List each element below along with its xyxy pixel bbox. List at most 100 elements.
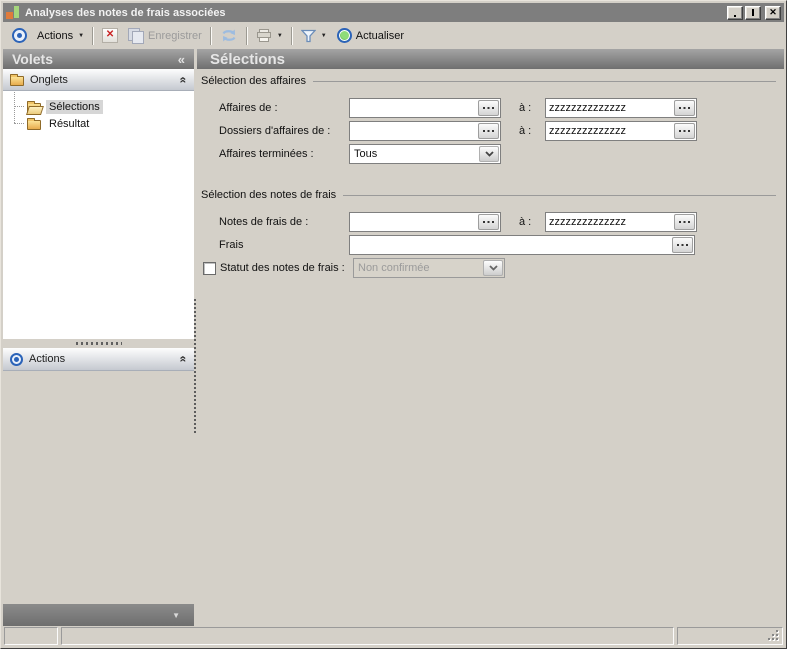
filter-button[interactable]: ▼ — [296, 27, 332, 45]
minimize-icon — [734, 15, 736, 17]
sidebar-section-onglets[interactable]: Onglets « — [3, 69, 194, 91]
sidebar: Volets « Onglets « Sélections Résultat — [3, 49, 194, 626]
actions-menu-button[interactable]: Actions ▼ — [32, 28, 89, 44]
frais-label: Frais — [219, 239, 349, 251]
frais-ellipsis-button[interactable] — [672, 237, 693, 253]
sync-arrows-icon — [220, 28, 238, 43]
statut-value: Non confirmée — [358, 262, 430, 274]
notes-de-frais-label: Notes de frais de : — [219, 216, 349, 228]
notes-de-field — [349, 212, 501, 232]
main-panel-title: Sélections — [210, 51, 285, 68]
dossiers-a-ellipsis-button[interactable] — [674, 123, 695, 139]
affaires-terminees-label: Affaires terminées : — [219, 148, 349, 160]
resize-grip-icon[interactable] — [768, 630, 780, 642]
affaires-a-field — [545, 98, 697, 118]
affaires-terminees-value: Tous — [354, 148, 377, 160]
ellipsis-icon — [483, 130, 494, 132]
delete-x-icon: ✕ — [102, 28, 118, 43]
collapse-section-icon[interactable]: « — [178, 356, 190, 363]
actions-menu-icon-button[interactable] — [7, 26, 32, 45]
chevron-down-icon: ▼ — [78, 33, 84, 39]
maximize-icon — [752, 9, 754, 16]
combo-dropdown-button[interactable] — [479, 146, 499, 162]
group-notes-label: Sélection des notes de frais — [201, 189, 336, 201]
dossiers-a-field — [545, 121, 697, 141]
statut-checkbox[interactable] — [203, 262, 216, 275]
maximize-button[interactable] — [745, 6, 761, 20]
sidebar-collapsed-panel-button[interactable]: ▼ — [3, 604, 194, 626]
printer-icon — [256, 29, 272, 42]
filter-dropdown-icon[interactable]: ▼ — [321, 33, 327, 39]
save-button[interactable]: Enregistrer — [123, 26, 207, 45]
actions-menu-label: Actions — [37, 30, 73, 42]
statut-select: Non confirmée — [353, 258, 505, 278]
affaires-de-field — [349, 98, 501, 118]
folder-icon — [10, 76, 24, 86]
status-cell-right — [677, 627, 783, 645]
group-affaires-header: Sélection des affaires — [201, 74, 778, 88]
statut-label: Statut des notes de frais : — [220, 262, 353, 274]
tree-item-resultat[interactable]: Résultat — [3, 115, 194, 132]
onglets-tree: Sélections Résultat — [3, 91, 194, 339]
toolbar-separator — [210, 27, 212, 45]
selection-form: Sélection des affaires Affaires de : à : — [197, 69, 784, 626]
save-label: Enregistrer — [148, 30, 202, 42]
affaires-de-row: Affaires de : à : — [201, 98, 778, 118]
group-divider-line — [313, 81, 776, 82]
bullseye-icon — [10, 353, 23, 366]
affaires-de-label: Affaires de : — [219, 102, 349, 114]
collapse-section-icon[interactable]: « — [178, 76, 190, 83]
tree-item-label: Résultat — [46, 117, 92, 131]
dossiers-de-ellipsis-button[interactable] — [478, 123, 499, 139]
sidebar-empty-area — [3, 371, 194, 604]
affaires-a-label: à : — [519, 102, 545, 114]
frais-field — [349, 235, 695, 255]
open-folder-icon — [27, 103, 41, 113]
notes-a-label: à : — [519, 216, 545, 228]
sidebar-header: Volets « — [3, 49, 194, 69]
sidebar-horizontal-splitter[interactable] — [3, 339, 194, 348]
print-button[interactable]: ▼ — [251, 27, 288, 44]
ellipsis-icon — [679, 107, 690, 109]
tree-item-label: Sélections — [46, 100, 103, 114]
splitter-grip-dots — [76, 342, 122, 345]
frais-input[interactable] — [349, 235, 695, 255]
save-icon — [128, 28, 144, 43]
ellipsis-icon — [677, 244, 688, 246]
notes-de-ellipsis-button[interactable] — [478, 214, 499, 230]
ellipsis-icon — [483, 221, 494, 223]
ellipsis-icon — [679, 130, 690, 132]
refresh-icon — [337, 28, 352, 43]
combo-dropdown-button — [483, 260, 503, 276]
app-window: Analyses des notes de frais associées ✕ … — [0, 0, 787, 649]
minimize-button[interactable] — [727, 6, 743, 20]
onglets-section-label: Onglets — [30, 74, 68, 86]
dossiers-de-field — [349, 121, 501, 141]
group-divider-line — [343, 195, 776, 196]
title-bar: Analyses des notes de frais associées ✕ — [3, 3, 784, 22]
refresh-button[interactable]: Actualiser — [332, 26, 409, 45]
delete-button[interactable]: ✕ — [97, 26, 123, 45]
sidebar-section-actions[interactable]: Actions « — [3, 348, 194, 371]
vertical-splitter[interactable] — [194, 299, 196, 433]
frais-row: Frais — [201, 235, 778, 255]
status-bar — [3, 626, 784, 646]
sidebar-header-title: Volets — [12, 51, 53, 67]
group-notes-header: Sélection des notes de frais — [201, 188, 778, 202]
notes-a-ellipsis-button[interactable] — [674, 214, 695, 230]
notes-a-field — [545, 212, 697, 232]
chevron-down-icon: ▼ — [172, 611, 180, 620]
window-title: Analyses des notes de frais associées — [25, 7, 727, 19]
close-button[interactable]: ✕ — [765, 6, 781, 20]
affaires-terminees-select[interactable]: Tous — [349, 144, 501, 164]
app-icon — [6, 6, 20, 19]
print-dropdown-icon[interactable]: ▼ — [277, 33, 283, 39]
affaires-terminees-row: Affaires terminées : Tous — [201, 144, 778, 164]
collapse-sidebar-icon[interactable]: « — [178, 52, 185, 67]
bullseye-icon — [12, 28, 27, 43]
sync-button[interactable] — [215, 26, 243, 45]
tree-item-selections[interactable]: Sélections — [3, 98, 194, 115]
statut-row: Statut des notes de frais : Non confirmé… — [201, 258, 778, 278]
affaires-de-ellipsis-button[interactable] — [478, 100, 499, 116]
affaires-a-ellipsis-button[interactable] — [674, 100, 695, 116]
